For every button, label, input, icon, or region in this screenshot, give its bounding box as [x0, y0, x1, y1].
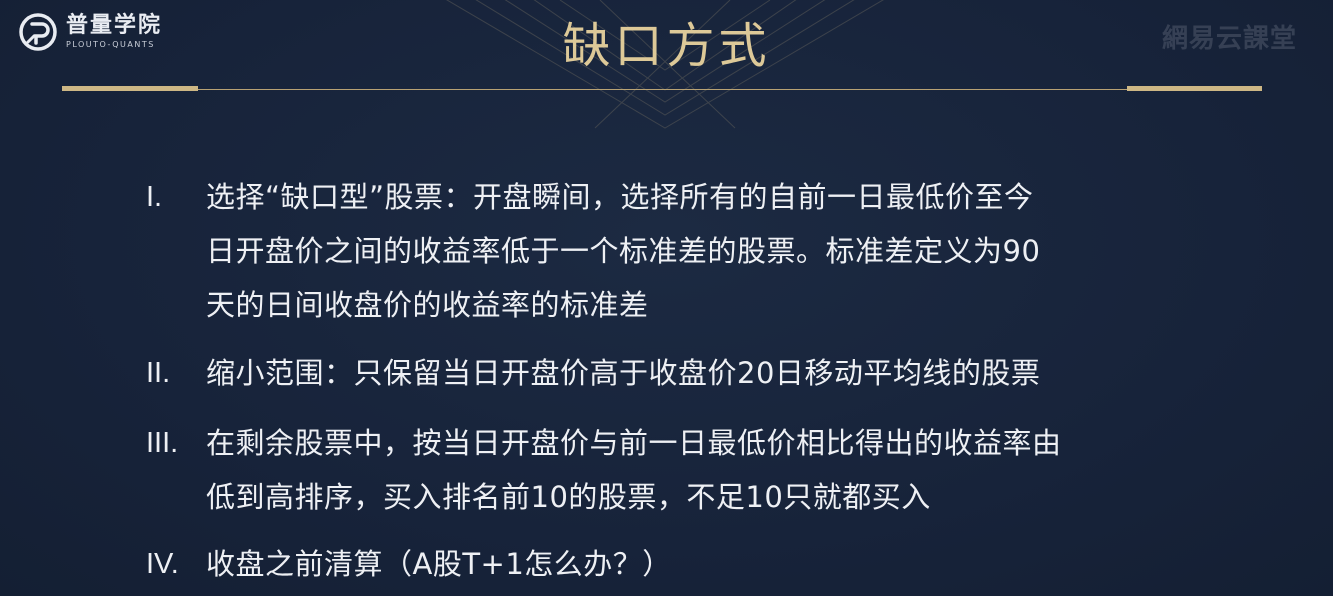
title-divider-left-accent: [62, 86, 198, 91]
list-item-text: 选择“缺口型”股票：开盘瞬间，选择所有的自前一日最低价至今 日开盘价之间的收益率…: [206, 170, 1206, 332]
list-item-number: IV.: [146, 548, 179, 580]
list-item-text: 在剩余股票中，按当日开盘价与前一日最低价相比得出的收益率由 低到高排序，买入排名…: [206, 416, 1206, 524]
list-item-line: 天的日间收盘价的收益率的标准差: [206, 288, 649, 322]
list-item-line: 缩小范围：只保留当日开盘价高于收盘价20日移动平均线的股票: [206, 356, 1041, 390]
list-item-text: 收盘之前清算（A股T+1怎么办？）: [206, 537, 1206, 591]
slide-title: 缺口方式: [562, 18, 771, 74]
title-divider-right-accent: [1127, 86, 1262, 91]
list-item-line: 选择“缺口型”股票：开盘瞬间，选择所有的自前一日最低价至今: [206, 180, 1034, 214]
slide: 普量学院 PLOUTO-QUANTS 網易云課堂 缺口方式 I. 选择“缺口型”…: [0, 0, 1333, 596]
list-item-line: 低到高排序，买入排名前10的股票，不足10只就都买入: [206, 480, 931, 514]
list-item-line: 日开盘价之间的收益率低于一个标准差的股票。标准差定义为90: [206, 234, 1041, 268]
list-item-number: II.: [146, 357, 171, 389]
list-item-number: I.: [146, 181, 163, 213]
list-item-number: III.: [146, 427, 179, 459]
list-item-text: 缩小范围：只保留当日开盘价高于收盘价20日移动平均线的股票: [206, 346, 1206, 400]
list-item-line: 在剩余股票中，按当日开盘价与前一日最低价相比得出的收益率由: [206, 426, 1062, 460]
list-item-line: 收盘之前清算（A股T+1怎么办？）: [206, 547, 672, 581]
title-divider: [62, 89, 1262, 90]
